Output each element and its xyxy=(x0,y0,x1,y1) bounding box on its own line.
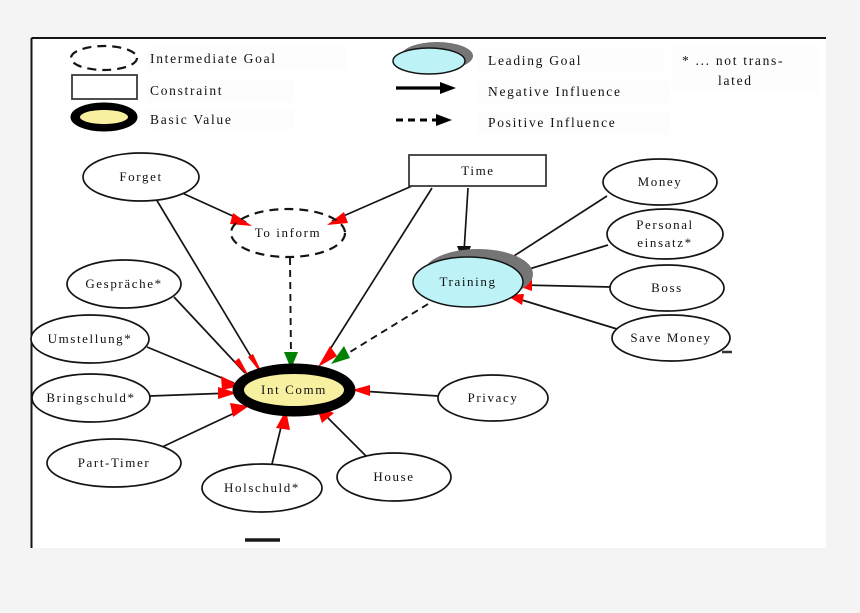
node-label-save-money: Save Money xyxy=(630,330,711,345)
node-label-boss: Boss xyxy=(651,280,683,295)
legend-icon-negative-arrowhead xyxy=(440,82,456,94)
legend-icon-intermediate-goal xyxy=(69,44,139,72)
node-holschuld[interactable]: Holschuld* xyxy=(201,463,323,513)
legend-footnote-line2: lated xyxy=(718,73,753,88)
legend-label-constraint: Constraint xyxy=(150,83,223,98)
node-int-comm[interactable]: Int Comm xyxy=(232,363,356,417)
edge-holschuld-to-intcomm xyxy=(271,410,290,465)
edge-toinform-to-intcomm xyxy=(284,257,298,369)
node-label-money: Money xyxy=(638,174,683,189)
node-label-personaleinsatz-line1: Personal xyxy=(636,217,694,232)
node-label-time: Time xyxy=(461,163,494,178)
legend-label-positive-influence: Positive Influence xyxy=(488,115,616,130)
node-label-to-inform: To inform xyxy=(255,225,322,240)
node-label-privacy: Privacy xyxy=(468,390,519,405)
node-label-forget: Forget xyxy=(119,169,162,184)
node-label-holschuld: Holschuld* xyxy=(224,480,300,495)
node-privacy[interactable]: Privacy xyxy=(437,374,549,422)
legend-icon-basic-value-inner xyxy=(80,110,128,124)
edge-savemoney-to-training xyxy=(506,294,618,330)
edge-layer xyxy=(146,185,618,465)
node-time[interactable]: Time xyxy=(408,154,547,187)
edge-forget-to-toinform xyxy=(179,191,252,226)
legend-label-basic-value: Basic Value xyxy=(150,112,233,127)
node-label-personaleinsatz-line2: einsatz* xyxy=(637,235,692,250)
node-label-bringschuld: Bringschuld* xyxy=(46,390,135,405)
node-label-training: Training xyxy=(439,274,496,289)
legend-label-negative-influence: Negative Influence xyxy=(488,84,622,99)
edge-privacy-to-intcomm xyxy=(352,385,439,397)
node-money[interactable]: Money xyxy=(602,158,718,206)
node-personaleinsatz[interactable]: Personal einsatz* xyxy=(606,208,724,260)
node-save-money[interactable]: Save Money xyxy=(611,314,731,362)
edge-training-to-intcomm xyxy=(331,303,429,364)
edge-time-to-toinform xyxy=(327,185,413,225)
legend-icon-constraint xyxy=(71,74,138,100)
node-label-house: House xyxy=(373,469,414,484)
node-label-part-timer: Part-Timer xyxy=(78,455,151,470)
legend-icon-leading-goal xyxy=(392,47,466,75)
legend-footnote-line1: * ... not trans- xyxy=(682,53,784,68)
legend: Intermediate Goal Constraint Basic Value… xyxy=(69,42,820,134)
node-umstellung[interactable]: Umstellung* xyxy=(30,314,150,364)
node-label-umstellung: Umstellung* xyxy=(48,331,133,346)
legend-icon-positive-arrowhead xyxy=(436,114,452,126)
node-label-int-comm: Int Comm xyxy=(261,382,327,397)
node-gespraeche[interactable]: Gespräche* xyxy=(66,259,182,309)
legend-label-intermediate-goal: Intermediate Goal xyxy=(150,51,277,66)
legend-label-leading-goal: Leading Goal xyxy=(488,53,582,68)
edge-parttimer-to-intcomm xyxy=(159,403,249,449)
node-forget[interactable]: Forget xyxy=(82,152,200,202)
node-layer: Forget To inform Time Training Money Per… xyxy=(30,152,731,513)
node-house[interactable]: House xyxy=(336,452,452,502)
node-bringschuld[interactable]: Bringschuld* xyxy=(31,373,151,423)
diagram-canvas: Intermediate Goal Constraint Basic Value… xyxy=(0,0,860,613)
node-label-gespraeche: Gespräche* xyxy=(85,276,162,291)
influence-diagram: Intermediate Goal Constraint Basic Value… xyxy=(30,37,826,548)
node-part-timer[interactable]: Part-Timer xyxy=(46,438,182,488)
node-to-inform[interactable]: To inform xyxy=(229,207,347,259)
node-boss[interactable]: Boss xyxy=(609,264,725,312)
